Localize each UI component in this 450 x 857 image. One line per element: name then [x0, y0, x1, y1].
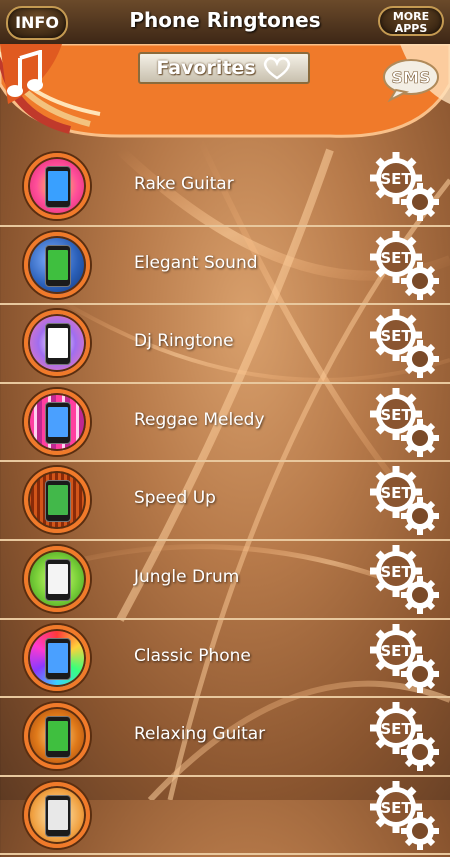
set-label: SET: [380, 327, 412, 345]
set-gear-icon: SET: [370, 466, 439, 536]
phone-icon: [45, 244, 71, 287]
ringtone-thumbnail[interactable]: [24, 231, 90, 298]
set-gear-icon: SET: [370, 623, 439, 693]
sms-bubble-icon: SMS: [383, 59, 439, 103]
ringtone-name: Relaxing Guitar: [134, 724, 266, 745]
set-ringtone-button[interactable]: SET: [370, 387, 442, 460]
set-ringtone-button[interactable]: SET: [370, 230, 442, 303]
top-bar: INFO Phone Ringtones MORE APPS: [0, 0, 450, 46]
ringtone-row[interactable]: Classic Phone SET: [0, 620, 450, 699]
ringtone-thumbnail[interactable]: [24, 703, 90, 770]
ringtone-row[interactable]: Rake Guitar SET: [0, 148, 450, 227]
ringtone-list: Rake Guitar SET Elegant Sound SET Dj Rington…: [0, 148, 450, 856]
set-gear-icon: SET: [370, 230, 439, 300]
ringtone-row[interactable]: Elegant Sound SET: [0, 227, 450, 306]
ringtone-thumbnail[interactable]: [24, 545, 90, 612]
phone-icon: [45, 558, 71, 601]
favorites-button[interactable]: Favorites: [138, 52, 310, 84]
set-gear-icon: SET: [370, 780, 439, 850]
ringtone-name: Dj Ringtone: [134, 331, 234, 352]
ringtone-name: Jungle Drum: [134, 566, 240, 587]
ringtone-row[interactable]: Jungle Drum SET: [0, 541, 450, 620]
info-button[interactable]: INFO: [6, 6, 68, 40]
phone-icon: [45, 401, 71, 444]
ringtone-thumbnail[interactable]: [24, 153, 90, 219]
heart-icon: [263, 57, 290, 80]
set-gear-icon: SET: [370, 544, 439, 614]
set-ringtone-button[interactable]: SET: [370, 544, 442, 617]
set-label: SET: [380, 406, 412, 424]
ringtone-name: Speed Up: [134, 488, 216, 509]
set-gear-icon: SET: [370, 152, 439, 221]
phone-icon: [45, 637, 71, 680]
app-title: Phone Ringtones: [129, 8, 321, 32]
ringtone-thumbnail[interactable]: [24, 781, 90, 848]
set-ringtone-button[interactable]: SET: [370, 780, 442, 853]
ringtone-row[interactable]: Speed Up SET: [0, 462, 450, 541]
ringtone-thumbnail[interactable]: [24, 310, 90, 377]
set-gear-icon: SET: [370, 309, 439, 379]
music-note-button[interactable]: [6, 49, 50, 100]
more-apps-label-line2: APPS: [394, 22, 428, 35]
ringtone-thumbnail[interactable]: [24, 467, 90, 534]
music-note-icon: [7, 49, 43, 97]
ringtone-row[interactable]: SET: [0, 777, 450, 856]
ringtone-name: Reggae Meledy: [134, 409, 265, 430]
set-label: SET: [380, 484, 412, 502]
set-gear-icon: SET: [370, 702, 439, 772]
phone-icon: [45, 716, 71, 759]
phone-icon: [45, 166, 71, 208]
set-ringtone-button[interactable]: SET: [370, 152, 442, 224]
ringtone-name: Rake Guitar: [134, 174, 234, 194]
phone-icon: [45, 323, 71, 366]
sms-button[interactable]: SMS: [382, 58, 440, 103]
set-label: SET: [380, 720, 412, 738]
ringtone-name: Classic Phone: [134, 645, 251, 666]
set-ringtone-button[interactable]: SET: [370, 702, 442, 774]
ringtone-name: Elegant Sound: [134, 252, 258, 273]
set-ringtone-button[interactable]: SET: [370, 623, 442, 696]
set-gear-icon: SET: [370, 387, 439, 457]
ringtone-row[interactable]: Relaxing Guitar SET: [0, 698, 450, 777]
set-ringtone-button[interactable]: SET: [370, 309, 442, 381]
set-ringtone-button[interactable]: SET: [370, 466, 442, 538]
phone-icon: [45, 794, 71, 837]
set-label: SET: [380, 249, 412, 267]
phone-icon: [45, 480, 71, 523]
more-apps-button[interactable]: MORE APPS: [378, 6, 444, 36]
set-label: SET: [380, 799, 412, 817]
set-label: SET: [380, 642, 412, 660]
set-label: SET: [380, 563, 412, 581]
ringtone-row[interactable]: Reggae Meledy SET: [0, 384, 450, 463]
ringtone-thumbnail[interactable]: [24, 388, 90, 455]
ringtone-row[interactable]: Dj Ringtone SET: [0, 305, 450, 384]
set-label: SET: [380, 170, 412, 188]
favorites-label: Favorites: [156, 57, 256, 79]
ringtone-thumbnail[interactable]: [24, 624, 90, 691]
sms-label: SMS: [392, 68, 431, 87]
